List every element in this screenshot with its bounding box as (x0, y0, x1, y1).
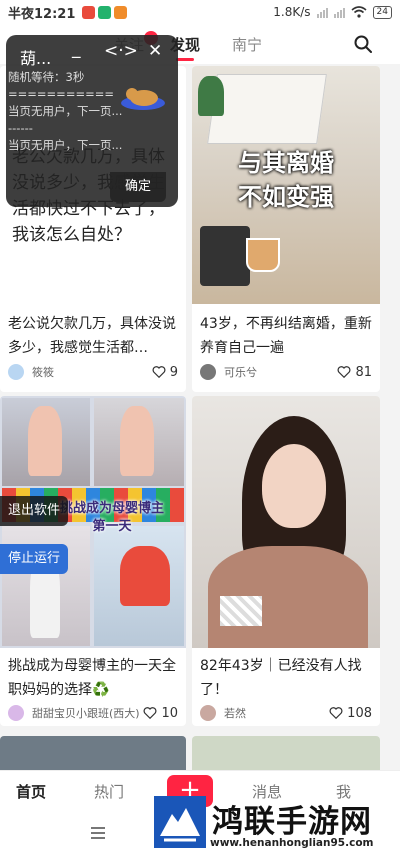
watermark-logo-icon (154, 796, 206, 848)
tab-nanning[interactable]: 南宁 (232, 34, 262, 55)
avatar (8, 705, 24, 721)
heart-icon (329, 707, 343, 720)
card-title: 43岁，不再纠结离婚，重新养育自己一遍 (200, 316, 372, 356)
exit-app-button[interactable]: 退出软件 (0, 496, 69, 526)
feed-card[interactable] (192, 736, 380, 770)
notification-app-icon (82, 5, 96, 19)
notification-app-icon (114, 5, 128, 19)
like-button[interactable]: 9 (152, 365, 178, 380)
nav-home[interactable]: 首页 (16, 781, 46, 802)
like-button[interactable]: 10 (143, 706, 178, 721)
cover-line: 不如变强 (238, 183, 334, 211)
card-cover: 与其离婚 不如变强 (192, 66, 380, 304)
cup-image (246, 238, 280, 272)
mosaic-patch (220, 596, 262, 626)
feed-card[interactable]: 82年43岁｜已经没有人找了！ 若然 108 (192, 396, 380, 726)
cover-line: 挑战成为母婴博主 (60, 501, 165, 516)
stop-running-button[interactable]: 停止运行 (0, 544, 69, 574)
like-count: 10 (161, 705, 178, 721)
cover-text: 与其离婚 不如变强 (192, 146, 380, 214)
confirm-button[interactable]: 确定 (110, 172, 166, 202)
author-name: 可乐兮 (224, 366, 257, 379)
like-count: 9 (169, 364, 178, 380)
plant-image (198, 76, 224, 116)
like-count: 81 (355, 364, 372, 380)
child-figure (120, 546, 170, 606)
signal-icon (333, 7, 345, 18)
cover-line: 与其离婚 (238, 149, 334, 177)
notification-app-icon (98, 5, 112, 19)
overlay-title: 葫... (20, 49, 52, 68)
battery-icon: 24 (372, 5, 392, 19)
child-figure (120, 406, 154, 476)
author-name: 筱筱 (32, 366, 54, 379)
heart-icon (152, 366, 166, 379)
card-cover (192, 396, 380, 648)
author-name: 若然 (224, 707, 246, 720)
like-button[interactable]: 81 (337, 365, 372, 380)
card-title: 挑战成为母婴博主的一天全职妈妈的选择♻️ (8, 658, 176, 698)
status-indicators: 1.8K/s 24 (273, 5, 392, 19)
search-icon[interactable] (354, 35, 372, 53)
card-title: 82年43岁｜已经没有人找了！ (200, 658, 362, 698)
card-meta: 若然 108 (200, 703, 372, 723)
heart-icon (337, 366, 351, 379)
close-button[interactable]: ✕ (148, 41, 162, 61)
watermark: 鸿联手游网 www.henanhonglian95.com (150, 792, 400, 855)
card-meta: 可乐兮 81 (200, 362, 372, 382)
minimize-button[interactable]: _ (72, 39, 81, 59)
avatar (200, 364, 216, 380)
face-shape (262, 444, 326, 528)
signal-icon (316, 7, 328, 18)
cat-icon (121, 88, 165, 110)
feed-card[interactable]: 与其离婚 不如变强 43岁，不再纠结离婚，重新养育自己一遍 可乐兮 81 (192, 66, 380, 392)
network-speed: 1.8K/s (273, 5, 311, 19)
status-time: 半夜12:21 (8, 6, 76, 22)
avatar (200, 705, 216, 721)
tablet-image (200, 226, 250, 286)
wifi-icon (351, 6, 367, 18)
expand-button[interactable]: <·> (104, 41, 138, 61)
watermark-text: 鸿联手游网 (212, 804, 372, 840)
laptop-image (207, 74, 327, 144)
feed-card[interactable] (0, 736, 186, 770)
author-name: 甜甜宝贝小跟班(西大) (32, 707, 140, 720)
cover-line: 第一天 (92, 519, 132, 534)
card-meta: 筱筱 9 (8, 362, 178, 382)
like-button[interactable]: 108 (329, 706, 372, 721)
card-meta: 甜甜宝贝小跟班(西大) 10 (8, 703, 178, 723)
avatar (8, 364, 24, 380)
child-figure (28, 406, 62, 476)
watermark-url: www.henanhonglian95.com (210, 837, 374, 849)
card-title: 老公说欠款几万，具体没说多少，我感觉生活都… (8, 316, 176, 356)
status-bar: 半夜12:21 1.8K/s 24 (0, 0, 400, 24)
cover-text: 挑战成为母婴博主 第一天 (60, 500, 164, 536)
menu-icon[interactable] (90, 826, 106, 840)
like-count: 108 (347, 705, 372, 721)
nav-hot[interactable]: 热门 (94, 781, 124, 802)
heart-icon (143, 707, 157, 720)
